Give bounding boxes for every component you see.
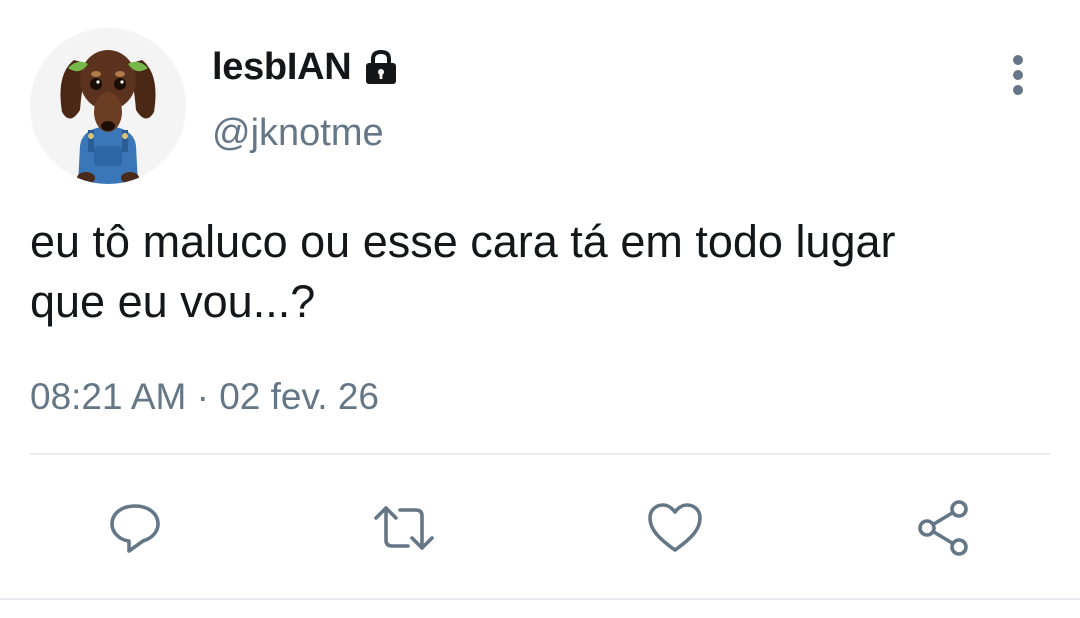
more-vertical-icon: [1013, 55, 1023, 95]
like-button[interactable]: [643, 496, 707, 560]
share-icon: [918, 500, 968, 556]
share-button[interactable]: [912, 496, 976, 560]
retweet-button[interactable]: [372, 496, 436, 560]
more-options-button[interactable]: [996, 52, 1040, 98]
retweet-icon: [374, 506, 434, 550]
tweet-card: lesbIAN @jknotme eu tô maluco ou esse ca…: [0, 0, 1080, 618]
tweet-text: eu tô maluco ou esse cara tá em todo lug…: [30, 216, 896, 327]
avatar[interactable]: [30, 28, 186, 184]
reply-icon: [110, 504, 160, 553]
username[interactable]: @jknotme: [212, 112, 384, 155]
reply-button[interactable]: [103, 496, 167, 560]
display-name-row: lesbIAN: [212, 42, 401, 92]
divider: [30, 453, 1050, 455]
lock-icon: [361, 47, 401, 87]
bottom-divider: [0, 598, 1080, 600]
dachshund-avatar-image: [30, 28, 186, 184]
tweet-timestamp[interactable]: 08:21 AM · 02 fev. 26: [30, 376, 379, 418]
heart-icon: [648, 503, 702, 552]
display-name[interactable]: lesbIAN: [212, 46, 352, 89]
